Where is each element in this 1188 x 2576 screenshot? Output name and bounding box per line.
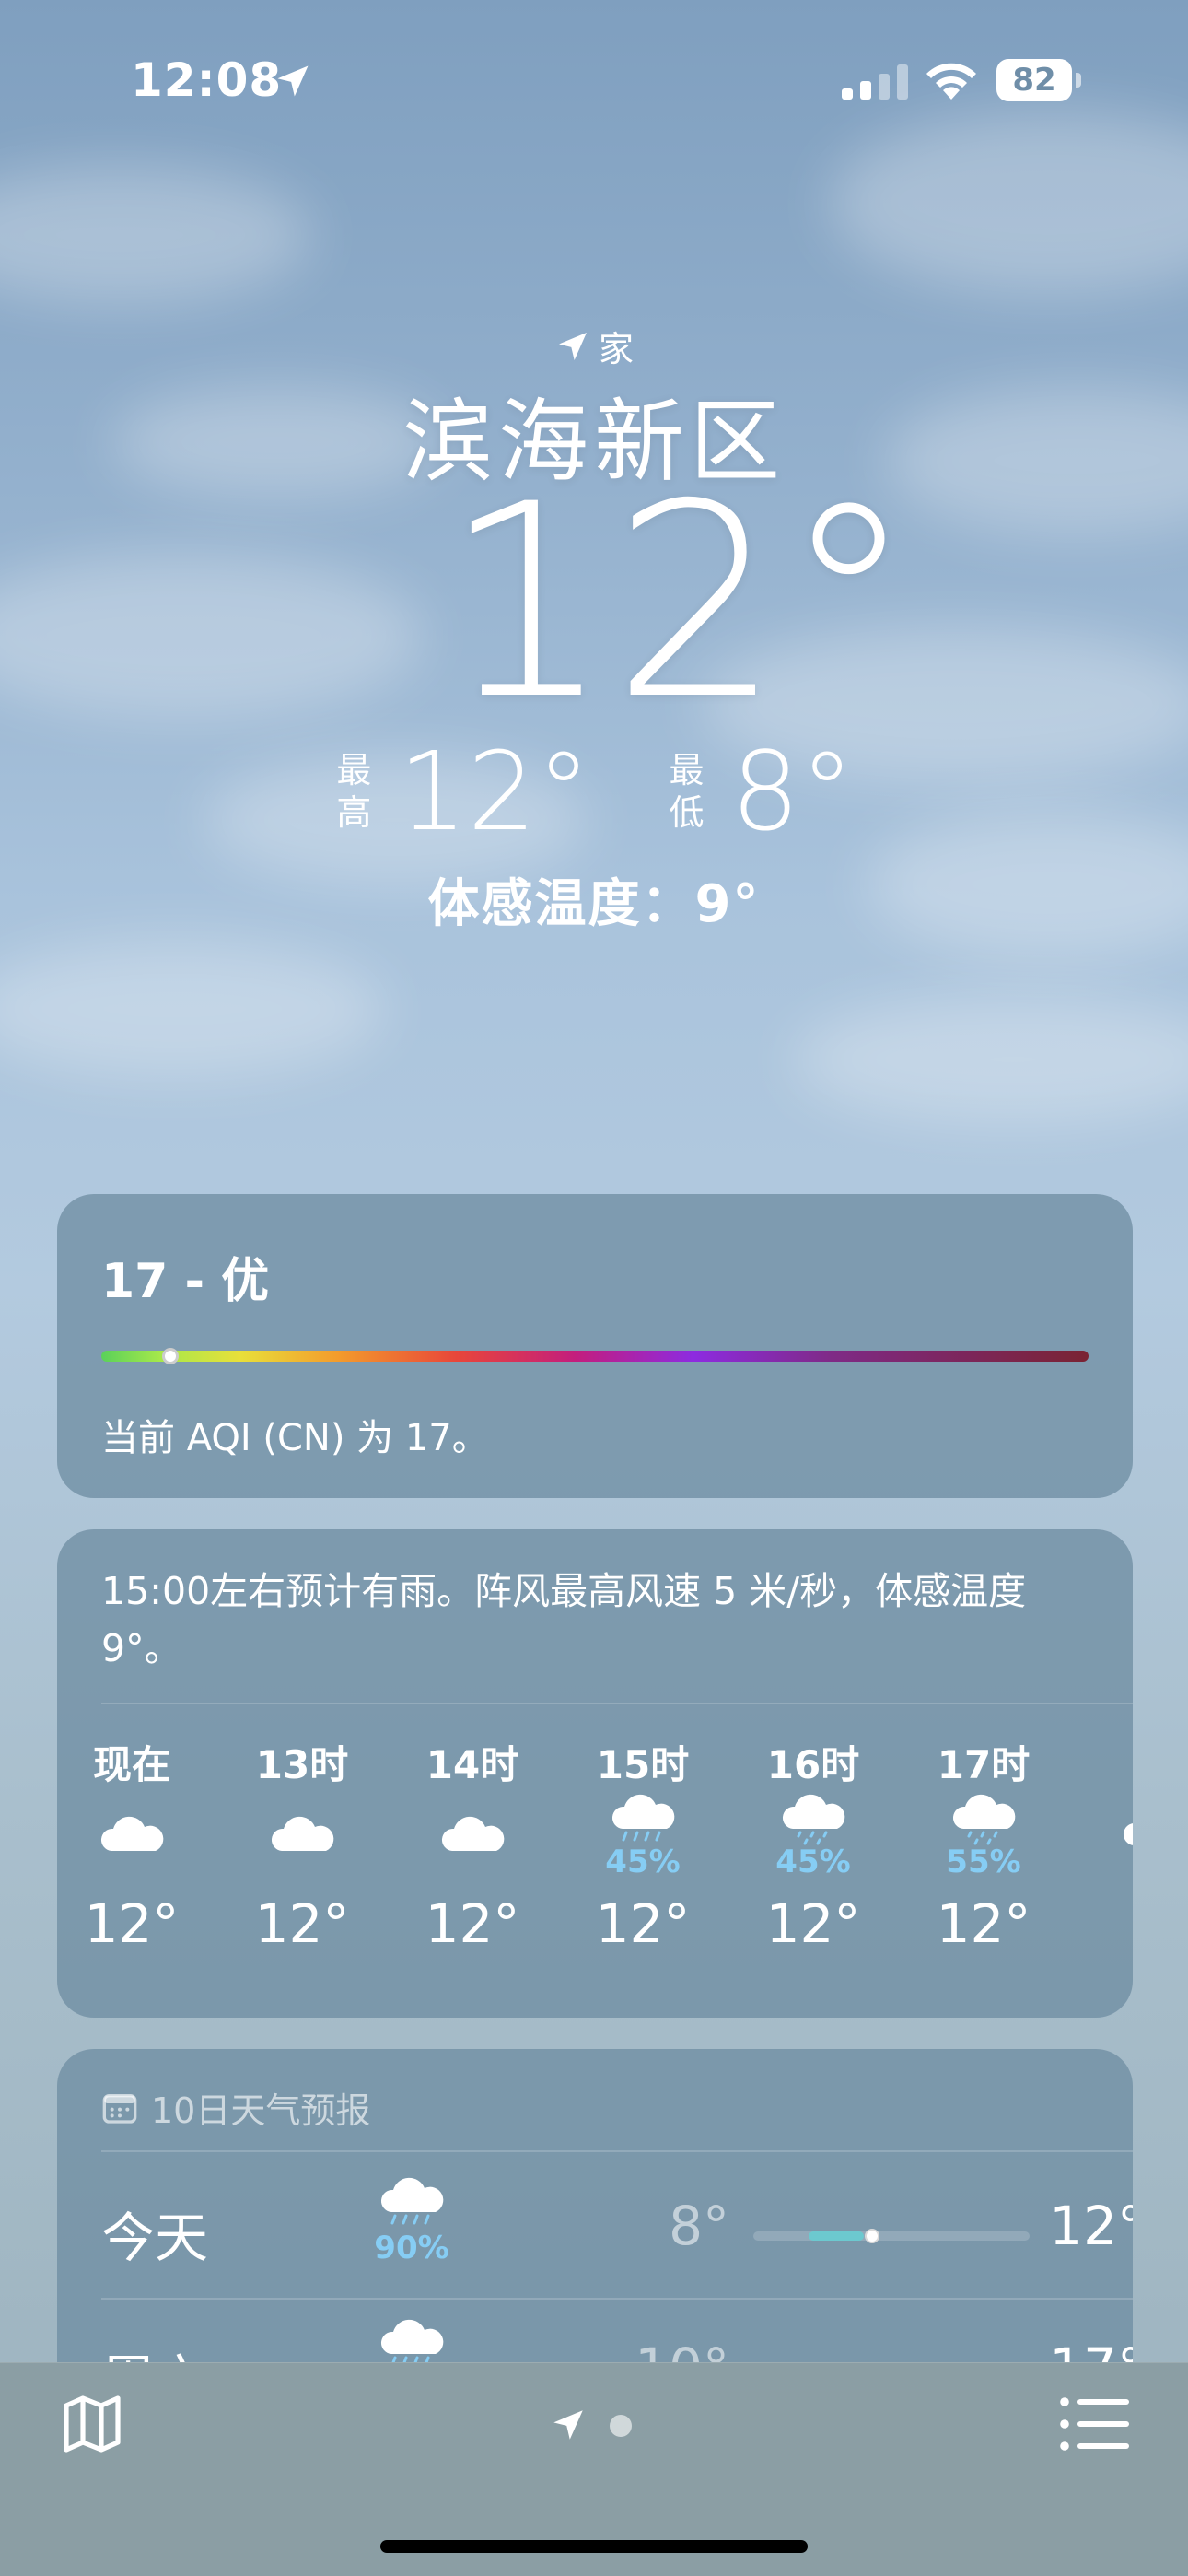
low-label-char-1: 最 bbox=[669, 750, 705, 790]
hour-label: 17时 bbox=[937, 1742, 1031, 1787]
hour-item[interactable]: 14时 12° bbox=[403, 1734, 542, 1992]
hour-temperature: 12° bbox=[84, 1892, 180, 1955]
location-label: 家 bbox=[598, 329, 634, 369]
air-quality-card[interactable]: 17 - 优 当前 AQI (CN) 为 17。 bbox=[57, 1194, 1133, 1498]
divider bbox=[101, 1703, 1133, 1704]
hour-temperature: 12° bbox=[254, 1892, 350, 1955]
aqi-scale-bar bbox=[101, 1351, 1089, 1362]
bottom-toolbar bbox=[0, 2362, 1188, 2576]
current-temperature: 12° bbox=[442, 448, 916, 758]
rain-cloud-icon: 90% bbox=[352, 2174, 472, 2266]
forecast-header-label: 10日天气预报 bbox=[151, 2090, 371, 2131]
hour-label: 13时 bbox=[255, 1742, 349, 1787]
page-indicator-dot[interactable] bbox=[610, 2415, 632, 2437]
divider bbox=[101, 2150, 1133, 2152]
battery-indicator: 82 bbox=[996, 59, 1081, 101]
hourly-forecast-card[interactable]: 15:00左右预计有雨。阵风最高风速 5 米/秒，体感温度 9°。 现在 12° 1… bbox=[57, 1529, 1133, 2018]
location-label-row: 家 bbox=[0, 321, 1188, 371]
hour-temperature: 12° bbox=[765, 1892, 861, 1955]
precip-chance: 45% bbox=[605, 1844, 681, 1880]
wifi-icon bbox=[926, 63, 976, 100]
low-label-char-2: 低 bbox=[669, 792, 705, 833]
location-arrow-icon bbox=[558, 332, 587, 360]
temp-range-fill bbox=[809, 2231, 864, 2241]
map-icon[interactable] bbox=[59, 2391, 125, 2457]
feels-like-temperature: 体感温度：9° bbox=[427, 874, 761, 934]
forecast-day-row[interactable]: 今天 90% 8° 12° bbox=[57, 2158, 1133, 2296]
hour-label: 14时 bbox=[425, 1742, 519, 1787]
hour-label: 15时 bbox=[596, 1742, 690, 1787]
aqi-title: 17 - 优 bbox=[101, 1254, 270, 1309]
low-label: 最低 bbox=[667, 749, 707, 834]
drizzle-cloud-icon: 45% bbox=[744, 1786, 882, 1887]
cellular-signal-icon bbox=[842, 64, 908, 100]
day-low: 8° bbox=[669, 2195, 729, 2257]
hour-temperature: 12° bbox=[595, 1892, 691, 1955]
hour-temperature: 日 bbox=[1085, 1892, 1133, 1970]
precip-chance: 55% bbox=[946, 1844, 1021, 1880]
high-label-char-1: 最 bbox=[336, 750, 372, 790]
hour-item[interactable]: 16时 45% 12° bbox=[744, 1734, 882, 1992]
hour-label: 现在 bbox=[92, 1742, 170, 1787]
status-bar: 12:08 82 bbox=[0, 0, 1188, 157]
calendar-icon bbox=[102, 2093, 137, 2124]
current-location-page-icon[interactable] bbox=[549, 2406, 588, 2444]
aqi-scale-marker bbox=[162, 1348, 180, 1364]
rain-cloud-icon: 45% bbox=[574, 1786, 712, 1887]
cloud-icon bbox=[403, 1786, 542, 1887]
drizzle-cloud-icon: 55% bbox=[914, 1786, 1053, 1887]
hourly-summary: 15:00左右预计有雨。阵风最高风速 5 米/秒，体感温度 9°。 bbox=[101, 1569, 1027, 1670]
forecast-header: 10日天气预报 bbox=[101, 2082, 370, 2133]
hour-label: 1 bbox=[1085, 1734, 1133, 1786]
high-low-temperature: 最高 12° 最低 8° bbox=[0, 737, 1188, 846]
drizzle-cloud-icon bbox=[1085, 1786, 1133, 1887]
aqi-description: 当前 AQI (CN) 为 17。 bbox=[101, 1417, 489, 1459]
home-indicator[interactable] bbox=[380, 2540, 808, 2553]
hour-temperature: 12° bbox=[425, 1892, 520, 1955]
high-temperature: 12° bbox=[398, 728, 591, 855]
precip-chance: 90% bbox=[374, 2230, 449, 2266]
hour-temperature: 12° bbox=[936, 1892, 1031, 1955]
high-label-char-2: 高 bbox=[336, 792, 372, 833]
precip-chance: 45% bbox=[775, 1844, 851, 1880]
location-arrow-icon bbox=[277, 65, 309, 97]
hour-label: 16时 bbox=[766, 1742, 860, 1787]
hour-item[interactable]: 15时 45% 12° bbox=[574, 1734, 712, 1992]
hour-item[interactable]: 1日 bbox=[1085, 1734, 1133, 1992]
hour-item[interactable]: 13时 12° bbox=[233, 1734, 371, 1992]
hour-item[interactable]: 现在 12° bbox=[63, 1734, 201, 1992]
list-icon[interactable] bbox=[1059, 2395, 1129, 2453]
cloud-icon bbox=[233, 1786, 371, 1887]
day-name: 今天 bbox=[101, 2207, 209, 2269]
status-time: 12:08 bbox=[131, 53, 283, 107]
temp-range-bar bbox=[753, 2229, 1030, 2243]
current-temp-marker bbox=[865, 2229, 879, 2243]
low-temperature: 8° bbox=[730, 728, 855, 855]
high-label: 最高 bbox=[333, 749, 374, 834]
cloud-icon bbox=[63, 1786, 201, 1887]
battery-level: 82 bbox=[996, 59, 1072, 101]
hour-item[interactable]: 17时 55% 12° bbox=[914, 1734, 1053, 1992]
day-high: 12° bbox=[1049, 2195, 1133, 2257]
